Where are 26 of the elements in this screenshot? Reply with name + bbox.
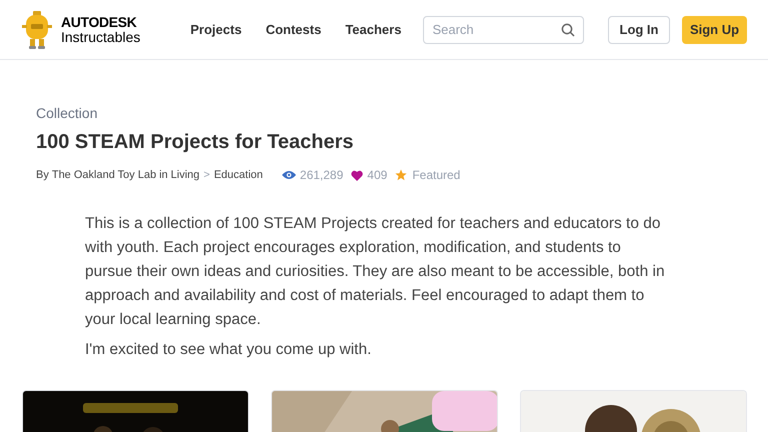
eye-icon <box>282 170 296 180</box>
search-icon[interactable] <box>561 22 576 36</box>
description-paragraph: I'm excited to see what you come up with. <box>85 340 372 360</box>
collection-label: Collection <box>36 104 98 122</box>
nav-link[interactable]: Contests <box>266 20 322 40</box>
brand-name: AUTODESK <box>61 14 138 30</box>
nav-link[interactable]: Projects <box>190 20 242 40</box>
brand-name: Instructables <box>61 30 140 44</box>
robot-logo-icon[interactable] <box>20 8 54 50</box>
byline-text: in <box>159 168 168 183</box>
category-link[interactable]: Education <box>214 166 263 184</box>
nav-link[interactable]: Teachers <box>345 20 402 40</box>
view-count: 261,289 <box>300 167 344 184</box>
breadcrumb-separator: > <box>204 168 210 183</box>
byline-text: By <box>36 168 49 183</box>
heart-icon <box>351 170 364 180</box>
login-button[interactable]: Log In <box>608 16 670 44</box>
like-count: 409 <box>367 167 388 184</box>
star-icon <box>395 169 408 181</box>
featured-label: Featured <box>412 167 460 184</box>
description-paragraph: This is a collection of 100 STEAM Projects created for teachers and educators to do with youth. Each project encourages exploration, modification, and students to pursue their own ideas and curiosities. They are also meant to be accessible, both in approach and availability and cost of materials. Feel encouraged to adapt them to your local learning space. <box>85 214 666 330</box>
search-field[interactable]: Search <box>423 16 584 44</box>
signup-button[interactable]: Sign Up <box>682 16 747 44</box>
page-title: 100 STEAM Projects for Teachers <box>36 130 355 154</box>
category-link[interactable]: Living <box>170 166 200 184</box>
author-link[interactable]: The Oakland Toy Lab <box>52 166 156 184</box>
